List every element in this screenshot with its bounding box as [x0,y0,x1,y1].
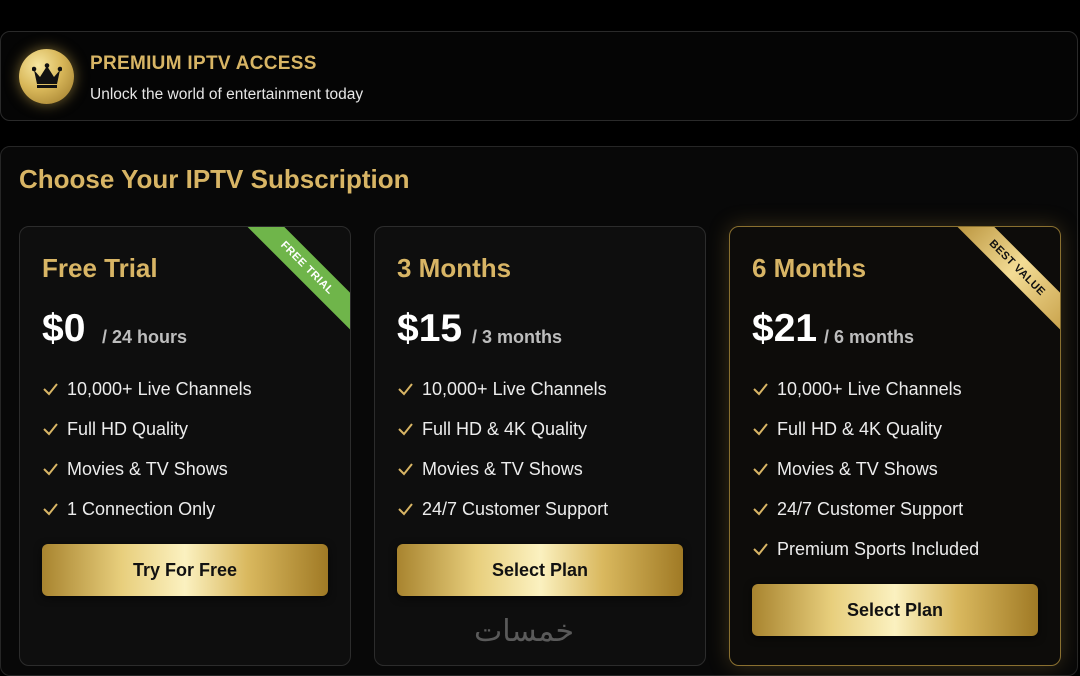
feature-label: Premium Sports Included [777,539,980,559]
feature-item: 24/7 Customer Support [397,499,608,539]
feature-label: Movies & TV Shows [422,459,583,479]
plan-price: $21 [752,307,818,350]
plan-card-free-trial: FREE TRIAL Free Trial $0 / 24 hours 10,0… [19,226,351,666]
plan-card-3-months: 3 Months $15 / 3 months 10,000+ Live Cha… [374,226,706,666]
plan-title: 3 Months [397,253,512,283]
select-plan-button[interactable]: Select Plan [752,584,1038,636]
feature-label: 1 Connection Only [67,499,216,519]
section-title: Choose Your IPTV Subscription [19,164,410,194]
feature-item: Full HD & 4K Quality [397,419,608,459]
watermark-logo: خمسات [474,614,575,649]
feature-list: 10,000+ Live Channels Full HD & 4K Quali… [397,379,608,539]
feature-label: Movies & TV Shows [777,459,938,479]
check-icon [398,383,413,396]
feature-label: 24/7 Customer Support [422,499,609,519]
check-icon [398,503,413,516]
feature-list: 10,000+ Live Channels Full HD & 4K Quali… [752,379,979,579]
feature-label: 24/7 Customer Support [777,499,964,519]
feature-item: Movies & TV Shows [397,459,608,499]
feature-item: Movies & TV Shows [752,459,979,499]
feature-label: 10,000+ Live Channels [777,379,962,399]
check-icon [753,383,768,396]
crown-badge [19,49,74,104]
check-icon [753,423,768,436]
plan-title: 6 Months [752,253,867,283]
feature-item: 10,000+ Live Channels [42,379,252,419]
feature-label: Full HD & 4K Quality [422,419,588,439]
plan-price: $0 [42,307,86,350]
feature-item: Full HD & 4K Quality [752,419,979,459]
feature-item: 10,000+ Live Channels [397,379,608,419]
plan-period: / 24 hours [102,327,188,347]
plan-period: / 6 months [824,327,915,347]
select-plan-button[interactable]: Select Plan [397,544,683,596]
header-title: PREMIUM IPTV ACCESS [90,53,317,74]
try-for-free-button[interactable]: Try For Free [42,544,328,596]
feature-item: Premium Sports Included [752,539,979,579]
check-icon [753,543,768,556]
feature-item: 1 Connection Only [42,499,252,539]
feature-item: Full HD Quality [42,419,252,459]
feature-item: 24/7 Customer Support [752,499,979,539]
feature-item: Movies & TV Shows [42,459,252,499]
check-icon [43,423,58,436]
feature-item: 10,000+ Live Channels [752,379,979,419]
plan-price: $15 [397,307,463,350]
feature-label: Full HD & 4K Quality [777,419,943,439]
header-banner: PREMIUM IPTV ACCESS Unlock the world of … [0,31,1078,121]
feature-label: 10,000+ Live Channels [67,379,252,399]
check-icon [753,503,768,516]
feature-label: Movies & TV Shows [67,459,228,479]
best-value-ribbon: BEST VALUE [954,227,1060,331]
header-subtitle: Unlock the world of entertainment today [90,86,364,103]
crown-icon [32,63,62,88]
plan-period: / 3 months [472,327,563,347]
feature-label: 10,000+ Live Channels [422,379,607,399]
plan-card-6-months: BEST VALUE 6 Months $21 / 6 months 10,00… [729,226,1061,666]
feature-list: 10,000+ Live Channels Full HD Quality Mo… [42,379,252,539]
check-icon [43,383,58,396]
check-icon [43,503,58,516]
feature-label: Full HD Quality [67,419,189,439]
check-icon [43,463,58,476]
check-icon [398,463,413,476]
check-icon [753,463,768,476]
free-trial-ribbon: FREE TRIAL [244,227,350,331]
check-icon [398,423,413,436]
plan-title: Free Trial [42,253,158,283]
